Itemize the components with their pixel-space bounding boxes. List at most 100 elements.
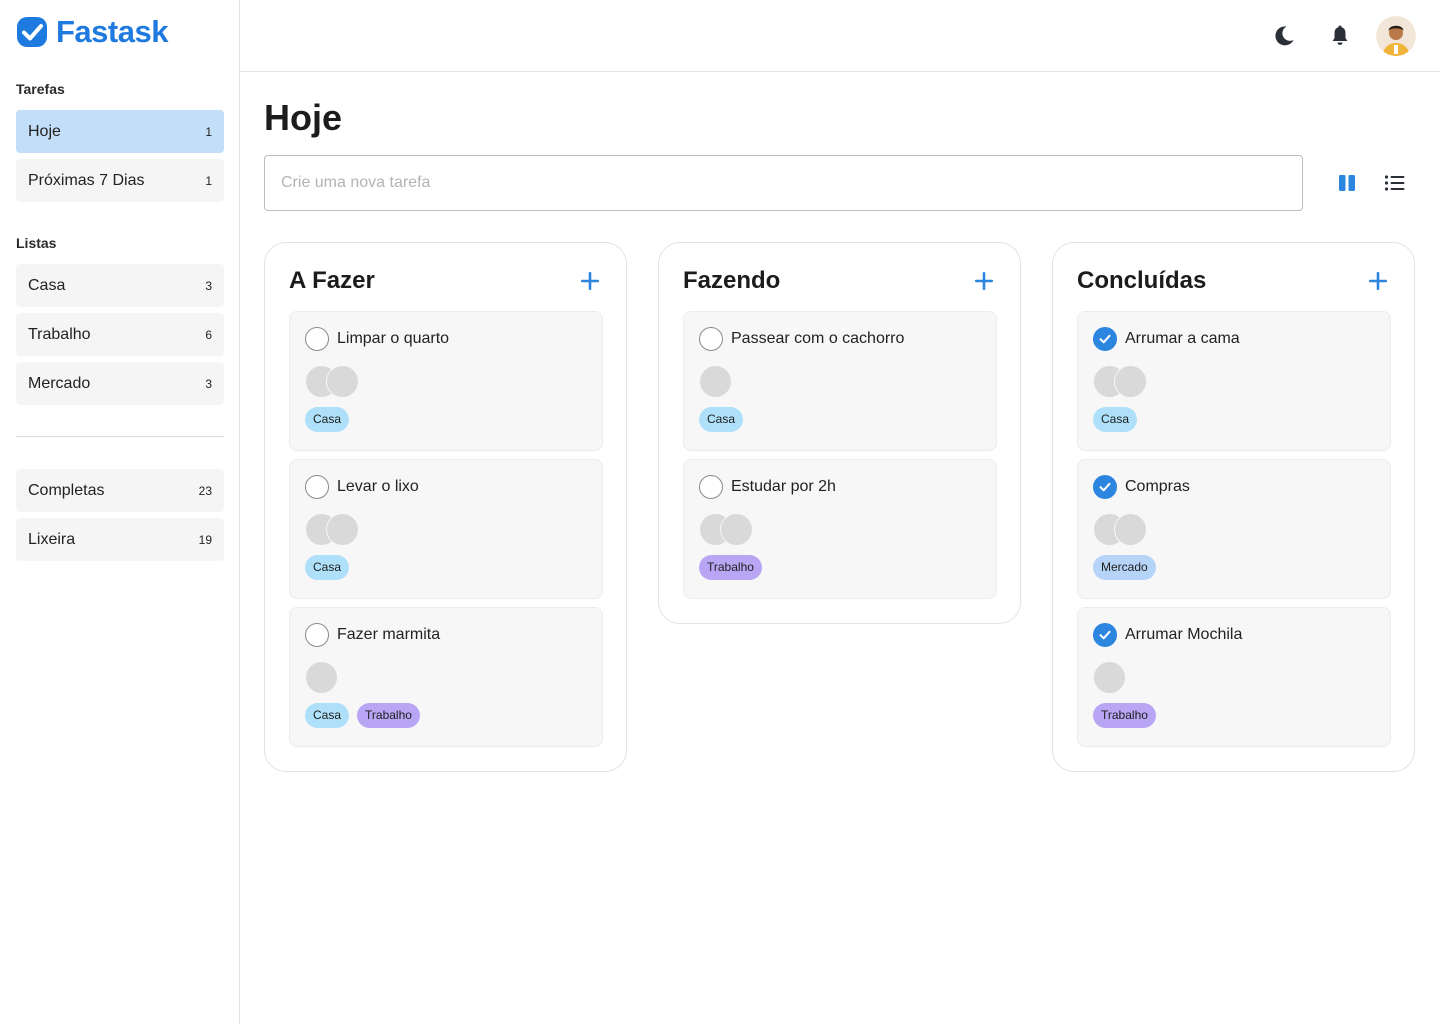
- sidebar-item-label: Hoje: [28, 122, 61, 140]
- top-bar: [240, 0, 1440, 72]
- task-checkbox[interactable]: [699, 475, 723, 499]
- new-task-input[interactable]: [264, 155, 1303, 211]
- task-tags: Mercado: [1093, 555, 1375, 580]
- check-logo-icon: [17, 17, 47, 47]
- add-task-button[interactable]: [1366, 269, 1390, 293]
- member-avatar: [326, 365, 359, 398]
- task-title: Passear com o cachorro: [731, 330, 905, 347]
- sidebar-item-count: 3: [205, 376, 212, 391]
- tag-trabalho[interactable]: Trabalho: [1093, 703, 1156, 728]
- sidebar-item-count: 1: [205, 173, 212, 188]
- member-avatar: [1114, 513, 1147, 546]
- task-card-header: Arrumar Mochila: [1093, 623, 1375, 647]
- list-view-icon[interactable]: [1382, 170, 1408, 196]
- task-members: [305, 661, 587, 694]
- app-logo[interactable]: Fastask: [16, 15, 168, 49]
- member-avatar: [326, 513, 359, 546]
- sidebar-item-hoje[interactable]: Hoje 1: [16, 110, 224, 153]
- task-members: [699, 365, 981, 398]
- task-title: Estudar por 2h: [731, 478, 836, 495]
- sidebar-item-label: Casa: [28, 276, 66, 294]
- moon-icon[interactable]: [1270, 22, 1298, 50]
- sidebar-item-casa[interactable]: Casa 3: [16, 264, 224, 307]
- tag-mercado[interactable]: Mercado: [1093, 555, 1156, 580]
- tag-casa[interactable]: Casa: [305, 555, 350, 580]
- task-tags: Trabalho: [1093, 703, 1375, 728]
- column-title: Fazendo: [683, 267, 781, 294]
- member-avatar: [699, 365, 732, 398]
- user-avatar-icon: [1376, 16, 1416, 56]
- task-members: [305, 365, 587, 398]
- task-checkbox[interactable]: [305, 327, 329, 351]
- section-title-lists: Listas: [16, 235, 57, 251]
- tag-trabalho[interactable]: Trabalho: [357, 703, 420, 728]
- task-checkbox[interactable]: [699, 327, 723, 351]
- sidebar-divider: [16, 436, 224, 437]
- member-avatar: [1114, 365, 1147, 398]
- column-header: A Fazer: [289, 267, 602, 295]
- sidebar-item-mercado[interactable]: Mercado 3: [16, 362, 224, 405]
- sidebar-item-count: 6: [205, 327, 212, 342]
- page-title: Hoje: [264, 97, 343, 138]
- tag-casa[interactable]: Casa: [305, 703, 350, 728]
- checkmark-icon: [1099, 482, 1111, 492]
- task-card[interactable]: Arrumar Mochila Trabalho: [1077, 607, 1391, 747]
- sidebar-item-count: 23: [198, 483, 212, 498]
- sidebar-item-label: Trabalho: [28, 325, 91, 343]
- sidebar: Fastask Tarefas Hoje 1 Próximas 7 Dias 1…: [0, 0, 240, 1024]
- task-card[interactable]: Fazer marmita Casa Trabalho: [289, 607, 603, 747]
- plus-icon: [975, 272, 993, 290]
- task-members: [1093, 661, 1375, 694]
- task-card[interactable]: Levar o lixo Casa: [289, 459, 603, 599]
- task-title: Limpar o quarto: [337, 330, 450, 347]
- sidebar-item-label: Completas: [28, 481, 105, 499]
- checked-checkbox[interactable]: [1093, 327, 1117, 351]
- tag-casa[interactable]: Casa: [305, 407, 350, 432]
- tag-trabalho[interactable]: Trabalho: [699, 555, 762, 580]
- task-tags: Casa: [305, 555, 587, 580]
- sidebar-item-completas[interactable]: Completas 23: [16, 469, 224, 512]
- sidebar-item-count: 3: [205, 278, 212, 293]
- task-checkbox[interactable]: [305, 475, 329, 499]
- task-card-header: Compras: [1093, 475, 1375, 499]
- sidebar-item-count: 19: [198, 532, 212, 547]
- bell-icon-svg: [1332, 25, 1348, 45]
- add-task-button[interactable]: [578, 269, 602, 293]
- sidebar-item-label: Lixeira: [28, 530, 76, 548]
- section-title-tasks: Tarefas: [16, 81, 65, 97]
- task-title: Levar o lixo: [337, 478, 419, 495]
- task-tags: Trabalho: [699, 555, 981, 580]
- task-checkbox[interactable]: [305, 623, 329, 647]
- sidebar-item-trabalho[interactable]: Trabalho 6: [16, 313, 224, 356]
- task-card[interactable]: Limpar o quarto Casa: [289, 311, 603, 451]
- task-card[interactable]: Estudar por 2h Trabalho: [683, 459, 997, 599]
- tag-casa[interactable]: Casa: [1093, 407, 1138, 432]
- moon-icon-svg: [1275, 26, 1294, 46]
- task-members: [1093, 513, 1375, 546]
- sidebar-item-count: 1: [205, 124, 212, 139]
- list-view-icon-svg: [1384, 175, 1405, 191]
- sidebar-item-proximas-7-dias[interactable]: Próximas 7 Dias 1: [16, 159, 224, 202]
- bell-icon[interactable]: [1326, 22, 1354, 50]
- column-header: Fazendo: [683, 267, 996, 295]
- task-card[interactable]: Passear com o cachorro Casa: [683, 311, 997, 451]
- task-tags: Casa: [1093, 407, 1375, 432]
- avatar[interactable]: [1376, 16, 1416, 56]
- column-header: Concluídas: [1077, 267, 1390, 295]
- member-avatar: [720, 513, 753, 546]
- checked-checkbox[interactable]: [1093, 623, 1117, 647]
- column-title: Concluídas: [1077, 267, 1207, 294]
- task-card[interactable]: Arrumar a cama Casa: [1077, 311, 1391, 451]
- task-card[interactable]: Compras Mercado: [1077, 459, 1391, 599]
- member-avatar: [1093, 661, 1126, 694]
- sidebar-item-lixeira[interactable]: Lixeira 19: [16, 518, 224, 561]
- task-card-header: Limpar o quarto: [305, 327, 587, 351]
- checked-checkbox[interactable]: [1093, 475, 1117, 499]
- task-members: [1093, 365, 1375, 398]
- task-members: [699, 513, 981, 546]
- tag-casa[interactable]: Casa: [699, 407, 744, 432]
- checkmark-icon: [1099, 630, 1111, 640]
- board-view-icon[interactable]: [1334, 170, 1360, 196]
- add-task-button[interactable]: [972, 269, 996, 293]
- board-view-icon-svg: [1339, 175, 1355, 191]
